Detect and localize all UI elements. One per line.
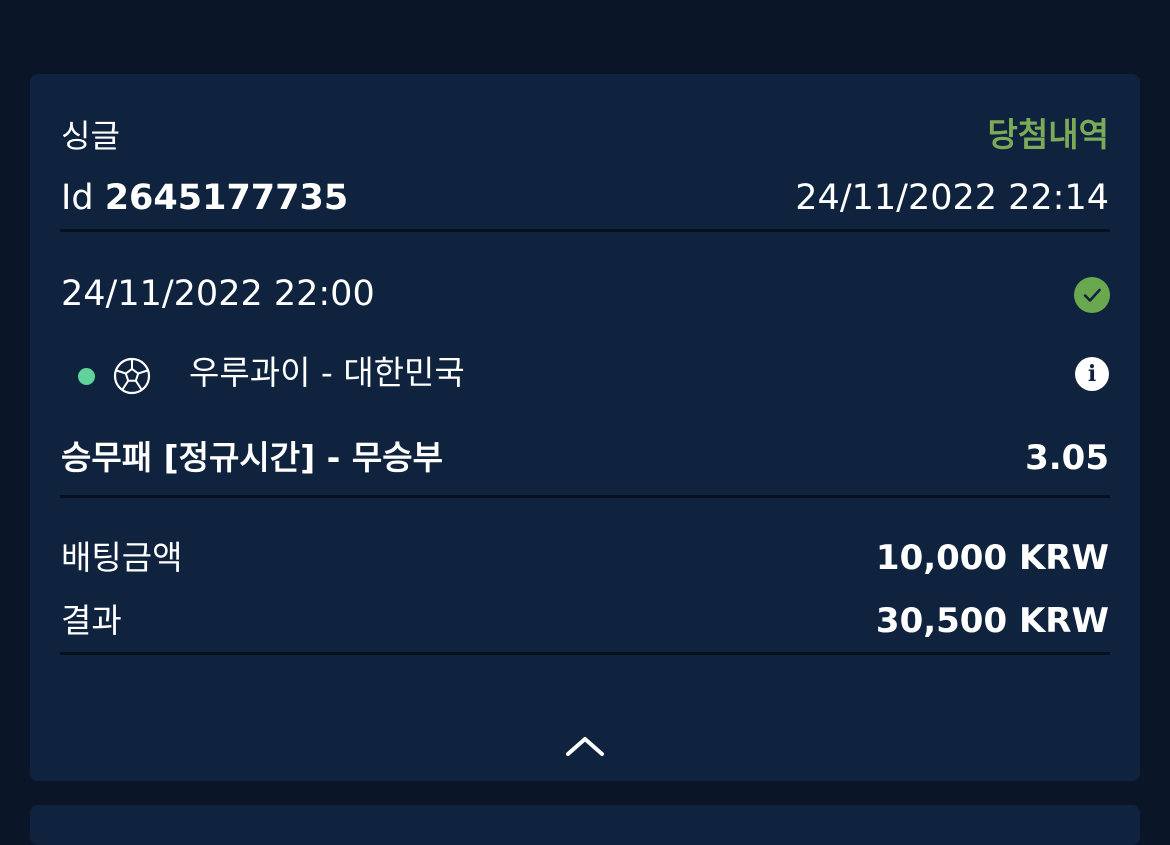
divider [60,652,1110,655]
bet-card: 싱글 당첨내역 Id 2645177735 24/11/2022 22:14 2… [30,74,1140,781]
next-bet-card[interactable] [30,805,1140,845]
chevron-up-icon [560,737,610,768]
bet-placed-time: 24/11/2022 22:14 [795,178,1109,218]
market-selection: 승무패 [정규시간] - 무승부 [61,438,443,477]
bet-id-label: Id [61,178,94,218]
odds-value: 3.05 [1025,438,1109,478]
soccer-ball-icon [113,357,151,395]
bet-status-badge: 당첨내역 [987,115,1109,154]
live-indicator-dot [78,368,95,385]
stake-value: 10,000 KRW [875,538,1109,578]
bet-id-value: 2645177735 [104,178,349,218]
divider [60,229,1110,232]
collapse-button[interactable] [560,728,610,764]
event-time: 24/11/2022 22:00 [61,274,375,314]
bet-type-label: 싱글 [61,117,120,155]
info-icon[interactable]: i [1075,357,1109,391]
match-name[interactable]: 우루과이 - 대한민국 [189,356,465,389]
bet-id: Id 2645177735 [61,181,348,216]
result-value: 30,500 KRW [875,601,1109,641]
result-label: 결과 [61,601,122,640]
divider [60,495,1110,498]
stake-label: 배팅금액 [61,538,183,577]
check-circle-icon [1074,277,1110,313]
